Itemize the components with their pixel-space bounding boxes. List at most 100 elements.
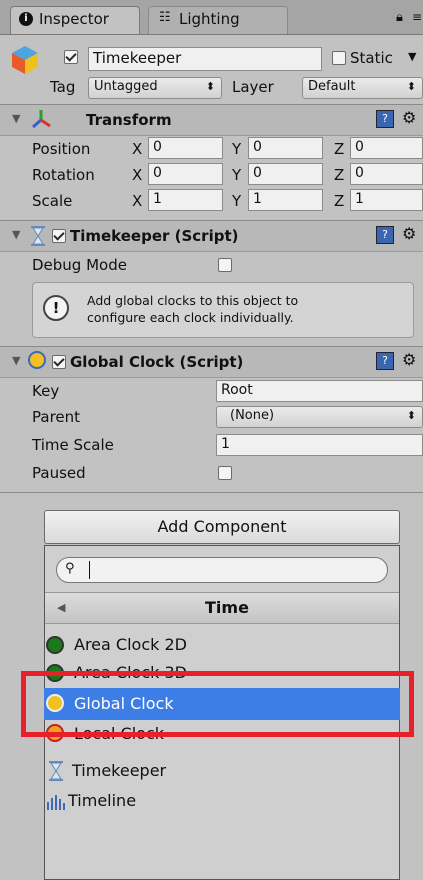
key-input[interactable]: Root xyxy=(216,380,423,402)
transform-axis-icon xyxy=(30,108,52,134)
rotation-label: Rotation xyxy=(32,166,95,184)
add-component-label: Add Component xyxy=(157,517,287,536)
info-icon: ! xyxy=(43,295,69,321)
layer-value: Default xyxy=(308,79,356,94)
gear-icon[interactable]: ⚙ xyxy=(402,108,416,127)
rotation-y-value: 0 xyxy=(253,165,262,181)
rotation-x-field[interactable]: 0 xyxy=(148,163,223,185)
timeline-icon xyxy=(46,794,66,814)
position-y-value: 0 xyxy=(253,139,262,155)
transform-title: Transform xyxy=(86,111,172,129)
tab-lighting[interactable]: ☷ Lighting xyxy=(148,6,288,34)
object-name-text: Timekeeper xyxy=(93,49,182,67)
scale-x-field[interactable]: 1 xyxy=(148,189,223,211)
paused-checkbox[interactable] xyxy=(218,466,232,480)
global-clock-script-header[interactable]: ▼ Global Clock (Script) ? ⚙ xyxy=(0,346,423,378)
hourglass-icon xyxy=(48,760,64,786)
divider xyxy=(0,492,423,493)
component-item-timekeeper[interactable]: Timekeeper xyxy=(44,756,400,786)
axis-z-label[interactable]: Z xyxy=(334,140,344,158)
gameobject-cube-icon xyxy=(10,44,40,76)
timekeeper-script-header[interactable]: ▼ Timekeeper (Script) ? ⚙ xyxy=(0,220,423,252)
hourglass-icon xyxy=(30,225,46,251)
menu-icon[interactable]: ≡ xyxy=(412,10,422,24)
text-cursor xyxy=(89,561,90,579)
foldout-arrow-icon[interactable]: ▼ xyxy=(12,112,20,125)
category-header: ◀ Time xyxy=(45,592,399,624)
global-clock-script-title: Global Clock (Script) xyxy=(70,353,244,371)
static-label: Static xyxy=(350,49,393,67)
rotation-y-field[interactable]: 0 xyxy=(248,163,323,185)
parent-label: Parent xyxy=(32,408,81,426)
debug-mode-checkbox[interactable] xyxy=(218,258,232,272)
axis-z-label[interactable]: Z xyxy=(334,166,344,184)
lighting-icon: ☷ xyxy=(159,10,171,25)
layer-dropdown[interactable]: Default ⬍ xyxy=(302,77,423,99)
search-icon: ⚲ xyxy=(65,561,75,576)
lock-icon[interactable]: 🔒︎ xyxy=(396,10,403,25)
help-text-line2: configure each clock individually. xyxy=(87,310,294,325)
global-clock-enabled-checkbox[interactable] xyxy=(52,355,66,369)
component-item-timeline[interactable]: Timeline xyxy=(44,786,400,816)
position-z-value: 0 xyxy=(355,139,364,155)
key-value: Root xyxy=(221,382,253,398)
axis-x-label[interactable]: X xyxy=(132,192,142,210)
foldout-arrow-icon[interactable]: ▼ xyxy=(12,228,20,241)
time-scale-input[interactable]: 1 xyxy=(216,434,423,456)
component-search-input[interactable]: ⚲ xyxy=(56,557,388,583)
timekeeper-script-title: Timekeeper (Script) xyxy=(70,227,239,245)
object-name-input[interactable]: Timekeeper xyxy=(88,47,322,71)
tag-dropdown[interactable]: Untagged ⬍ xyxy=(88,77,222,99)
parent-value: (None) xyxy=(230,408,275,423)
component-item-label: Timekeeper xyxy=(72,761,167,780)
time-scale-label: Time Scale xyxy=(32,436,114,454)
help-text-line1: Add global clocks to this object to xyxy=(87,293,299,308)
tab-lighting-label: Lighting xyxy=(179,10,240,28)
scale-y-value: 1 xyxy=(253,191,262,207)
axis-x-label[interactable]: X xyxy=(132,140,142,158)
dropdown-arrow-icon: ⬍ xyxy=(406,409,416,422)
component-item-area-clock-2d[interactable]: Area Clock 2D xyxy=(44,630,400,660)
help-book-icon[interactable]: ? xyxy=(376,226,394,244)
dropdown-arrow-icon: ⬍ xyxy=(406,80,416,93)
rotation-z-value: 0 xyxy=(355,165,364,181)
axis-y-label[interactable]: Y xyxy=(232,192,241,210)
transform-header[interactable]: ▼ Transform ? ⚙ xyxy=(0,104,423,136)
back-arrow-icon[interactable]: ◀ xyxy=(57,601,65,614)
help-book-icon[interactable]: ? xyxy=(376,110,394,128)
area-clock-icon xyxy=(46,636,64,654)
dropdown-arrow-icon: ⬍ xyxy=(205,80,215,93)
axis-y-label[interactable]: Y xyxy=(232,166,241,184)
axis-x-label[interactable]: X xyxy=(132,166,142,184)
foldout-arrow-icon[interactable]: ▼ xyxy=(12,354,20,367)
help-book-icon[interactable]: ? xyxy=(376,352,394,370)
timekeeper-enabled-checkbox[interactable] xyxy=(52,229,66,243)
rotation-z-field[interactable]: 0 xyxy=(350,163,423,185)
scale-x-value: 1 xyxy=(153,191,162,207)
gear-icon[interactable]: ⚙ xyxy=(402,224,416,243)
position-x-value: 0 xyxy=(153,139,162,155)
parent-dropdown[interactable]: (None) ⬍ xyxy=(216,406,423,428)
position-z-field[interactable]: 0 xyxy=(350,137,423,159)
static-dropdown-arrow-icon[interactable]: ▼ xyxy=(408,50,416,63)
info-icon: i xyxy=(19,12,33,26)
gear-icon[interactable]: ⚙ xyxy=(402,350,416,369)
help-box: ! Add global clocks to this object to co… xyxy=(32,282,414,338)
add-component-button[interactable]: Add Component xyxy=(44,510,400,544)
scale-y-field[interactable]: 1 xyxy=(248,189,323,211)
position-y-field[interactable]: 0 xyxy=(248,137,323,159)
axis-z-label[interactable]: Z xyxy=(334,192,344,210)
tab-inspector-label: Inspector xyxy=(39,10,109,28)
clock-icon xyxy=(28,351,46,369)
key-label: Key xyxy=(32,382,60,400)
static-checkbox[interactable] xyxy=(332,51,346,65)
time-scale-value: 1 xyxy=(221,436,230,452)
highlight-box xyxy=(21,671,414,737)
scale-label: Scale xyxy=(32,192,73,210)
scale-z-field[interactable]: 1 xyxy=(350,189,423,211)
tab-inspector[interactable]: i Inspector xyxy=(10,6,140,34)
active-checkbox[interactable] xyxy=(64,50,78,64)
axis-y-label[interactable]: Y xyxy=(232,140,241,158)
rotation-x-value: 0 xyxy=(153,165,162,181)
position-x-field[interactable]: 0 xyxy=(148,137,223,159)
